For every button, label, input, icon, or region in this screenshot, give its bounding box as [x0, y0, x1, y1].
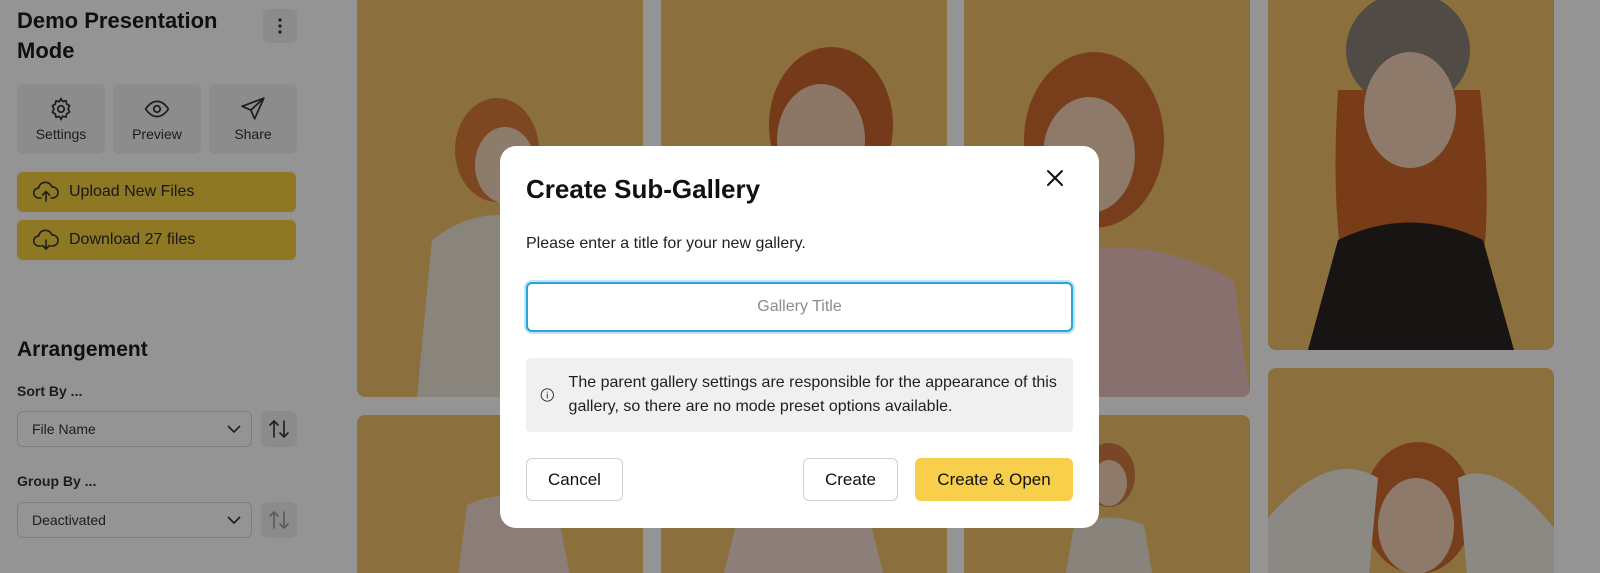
info-icon: [540, 388, 554, 402]
create-subgallery-dialog: Create Sub-Gallery Please enter a title …: [500, 146, 1099, 528]
close-icon: [1047, 170, 1063, 186]
cancel-button[interactable]: Cancel: [526, 458, 623, 501]
dialog-title: Create Sub-Gallery: [526, 174, 761, 204]
close-button[interactable]: [1041, 164, 1069, 192]
dialog-description: Please enter a title for your new galler…: [526, 235, 806, 252]
info-notice: The parent gallery settings are responsi…: [526, 358, 1073, 432]
create-button[interactable]: Create: [803, 458, 898, 501]
info-text: The parent gallery settings are responsi…: [568, 374, 1057, 415]
create-and-open-button[interactable]: Create & Open: [915, 458, 1073, 501]
gallery-title-input[interactable]: [526, 282, 1073, 332]
